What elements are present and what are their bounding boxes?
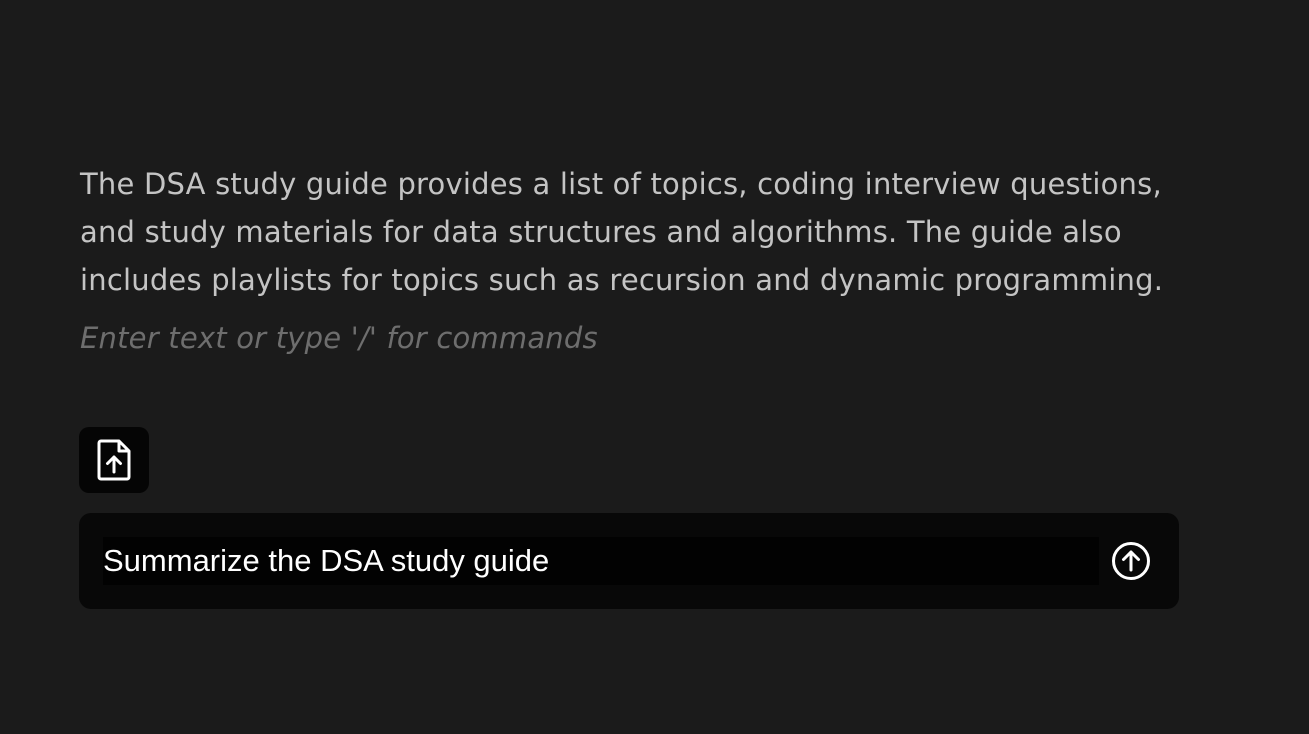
summary-paragraph[interactable]: The DSA study guide provides a list of t… <box>80 160 1210 304</box>
prompt-input[interactable] <box>103 537 1099 585</box>
prompt-bar <box>79 513 1179 609</box>
upload-file-button[interactable] <box>79 427 149 493</box>
editor-page: The DSA study guide provides a list of t… <box>0 0 1309 734</box>
send-button[interactable] <box>1111 541 1151 581</box>
editor-placeholder[interactable]: Enter text or type '/' for commands <box>80 316 598 360</box>
file-upload-icon <box>97 439 131 481</box>
arrow-up-circle-icon <box>1112 542 1150 580</box>
